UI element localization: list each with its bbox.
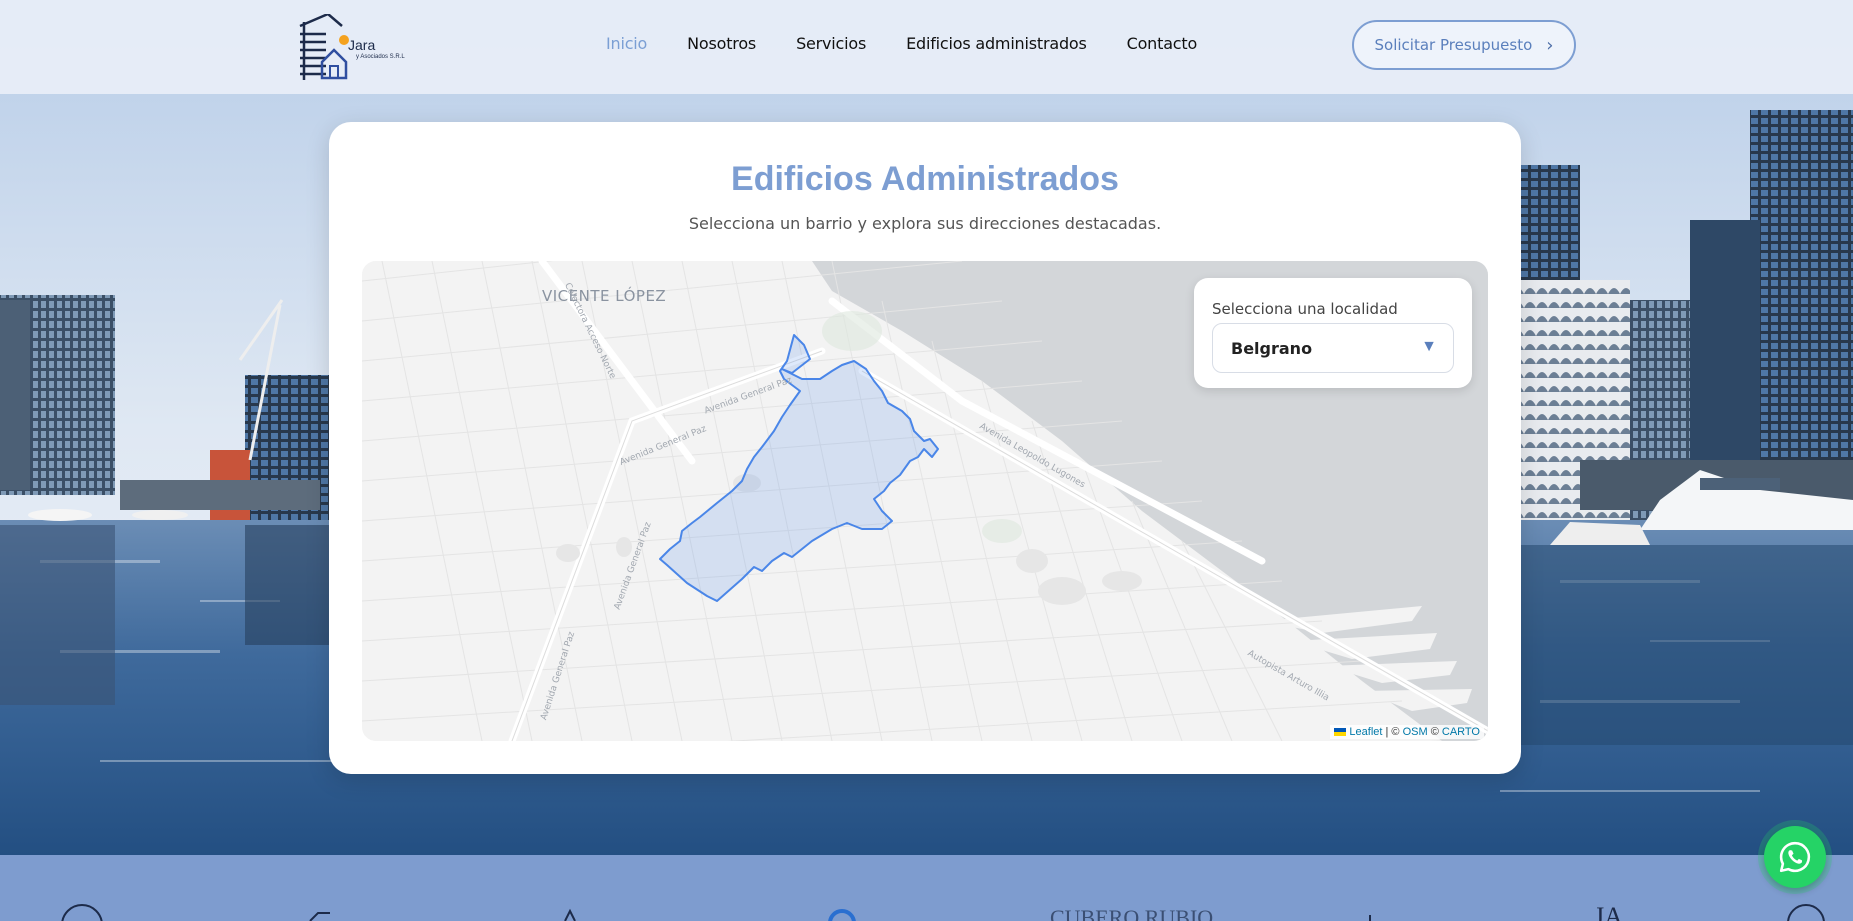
section-title: Edificios Administrados xyxy=(731,160,1119,198)
attribution-separator: © xyxy=(1430,726,1439,738)
locality-select[interactable]: Belgrano ▼ xyxy=(1212,323,1454,373)
request-quote-button[interactable]: Solicitar Presupuesto › xyxy=(1352,20,1576,70)
request-quote-label: Solicitar Presupuesto xyxy=(1374,36,1533,54)
partner-logo-circle-icon xyxy=(61,904,103,921)
logo-name: Jara xyxy=(348,37,376,53)
partner-logo-text: CUBERO RUBIO xyxy=(1050,905,1213,921)
attribution-separator: | © xyxy=(1385,726,1400,738)
ukraine-flag-icon xyxy=(1334,728,1347,736)
partner-logo-mark-icon xyxy=(309,912,330,921)
nav-item-inicio[interactable]: Inicio xyxy=(606,34,647,53)
whatsapp-button[interactable] xyxy=(1764,826,1826,888)
main-nav: Inicio Nosotros Servicios Edificios admi… xyxy=(606,34,1197,53)
nav-item-servicios[interactable]: Servicios xyxy=(796,34,866,53)
site-header: Jara y Asociados S.R.L Inicio Nosotros S… xyxy=(0,0,1853,94)
partner-logo-circle-icon xyxy=(1787,904,1825,921)
section-subtitle: Selecciona un barrio y explora sus direc… xyxy=(688,214,1162,233)
locality-select-value: Belgrano xyxy=(1231,338,1313,358)
leaflet-link[interactable]: Leaflet xyxy=(1349,726,1382,738)
caret-down-icon: ▼ xyxy=(1421,338,1437,355)
partner-logo-text: JA xyxy=(1594,902,1623,921)
nav-item-contacto[interactable]: Contacto xyxy=(1127,34,1198,53)
buildings-card: Edificios Administrados Selecciona un ba… xyxy=(329,122,1521,774)
nav-item-edificios-administrados[interactable]: Edificios administrados xyxy=(906,34,1087,53)
partner-logo-ring-icon xyxy=(828,909,856,921)
partner-logo-peak-icon xyxy=(564,908,576,921)
carto-link[interactable]: CARTO xyxy=(1442,726,1480,738)
building-logo-icon xyxy=(299,12,349,80)
osm-link[interactable]: OSM xyxy=(1403,726,1428,738)
locality-selector-panel: Selecciona una localidad Belgrano ▼ xyxy=(1194,278,1472,388)
logo-subtitle: y Asociados S.R.L xyxy=(356,54,405,60)
neighborhood-map[interactable]: VICENTE LÓPEZ Avenida General Paz Avenid… xyxy=(362,261,1488,741)
chevron-right-icon: › xyxy=(1546,34,1554,56)
partners-strip: CUBERO RUBIO JA xyxy=(0,855,1853,921)
locality-selector-label: Selecciona una localidad xyxy=(1212,300,1398,318)
company-logo[interactable]: Jara y Asociados S.R.L xyxy=(296,12,416,80)
partner-logos: CUBERO RUBIO JA xyxy=(61,902,1825,921)
map-attribution: Leaflet | © OSM © CARTO xyxy=(1330,725,1484,739)
nav-item-nosotros[interactable]: Nosotros xyxy=(687,34,756,53)
whatsapp-icon xyxy=(1779,841,1811,873)
